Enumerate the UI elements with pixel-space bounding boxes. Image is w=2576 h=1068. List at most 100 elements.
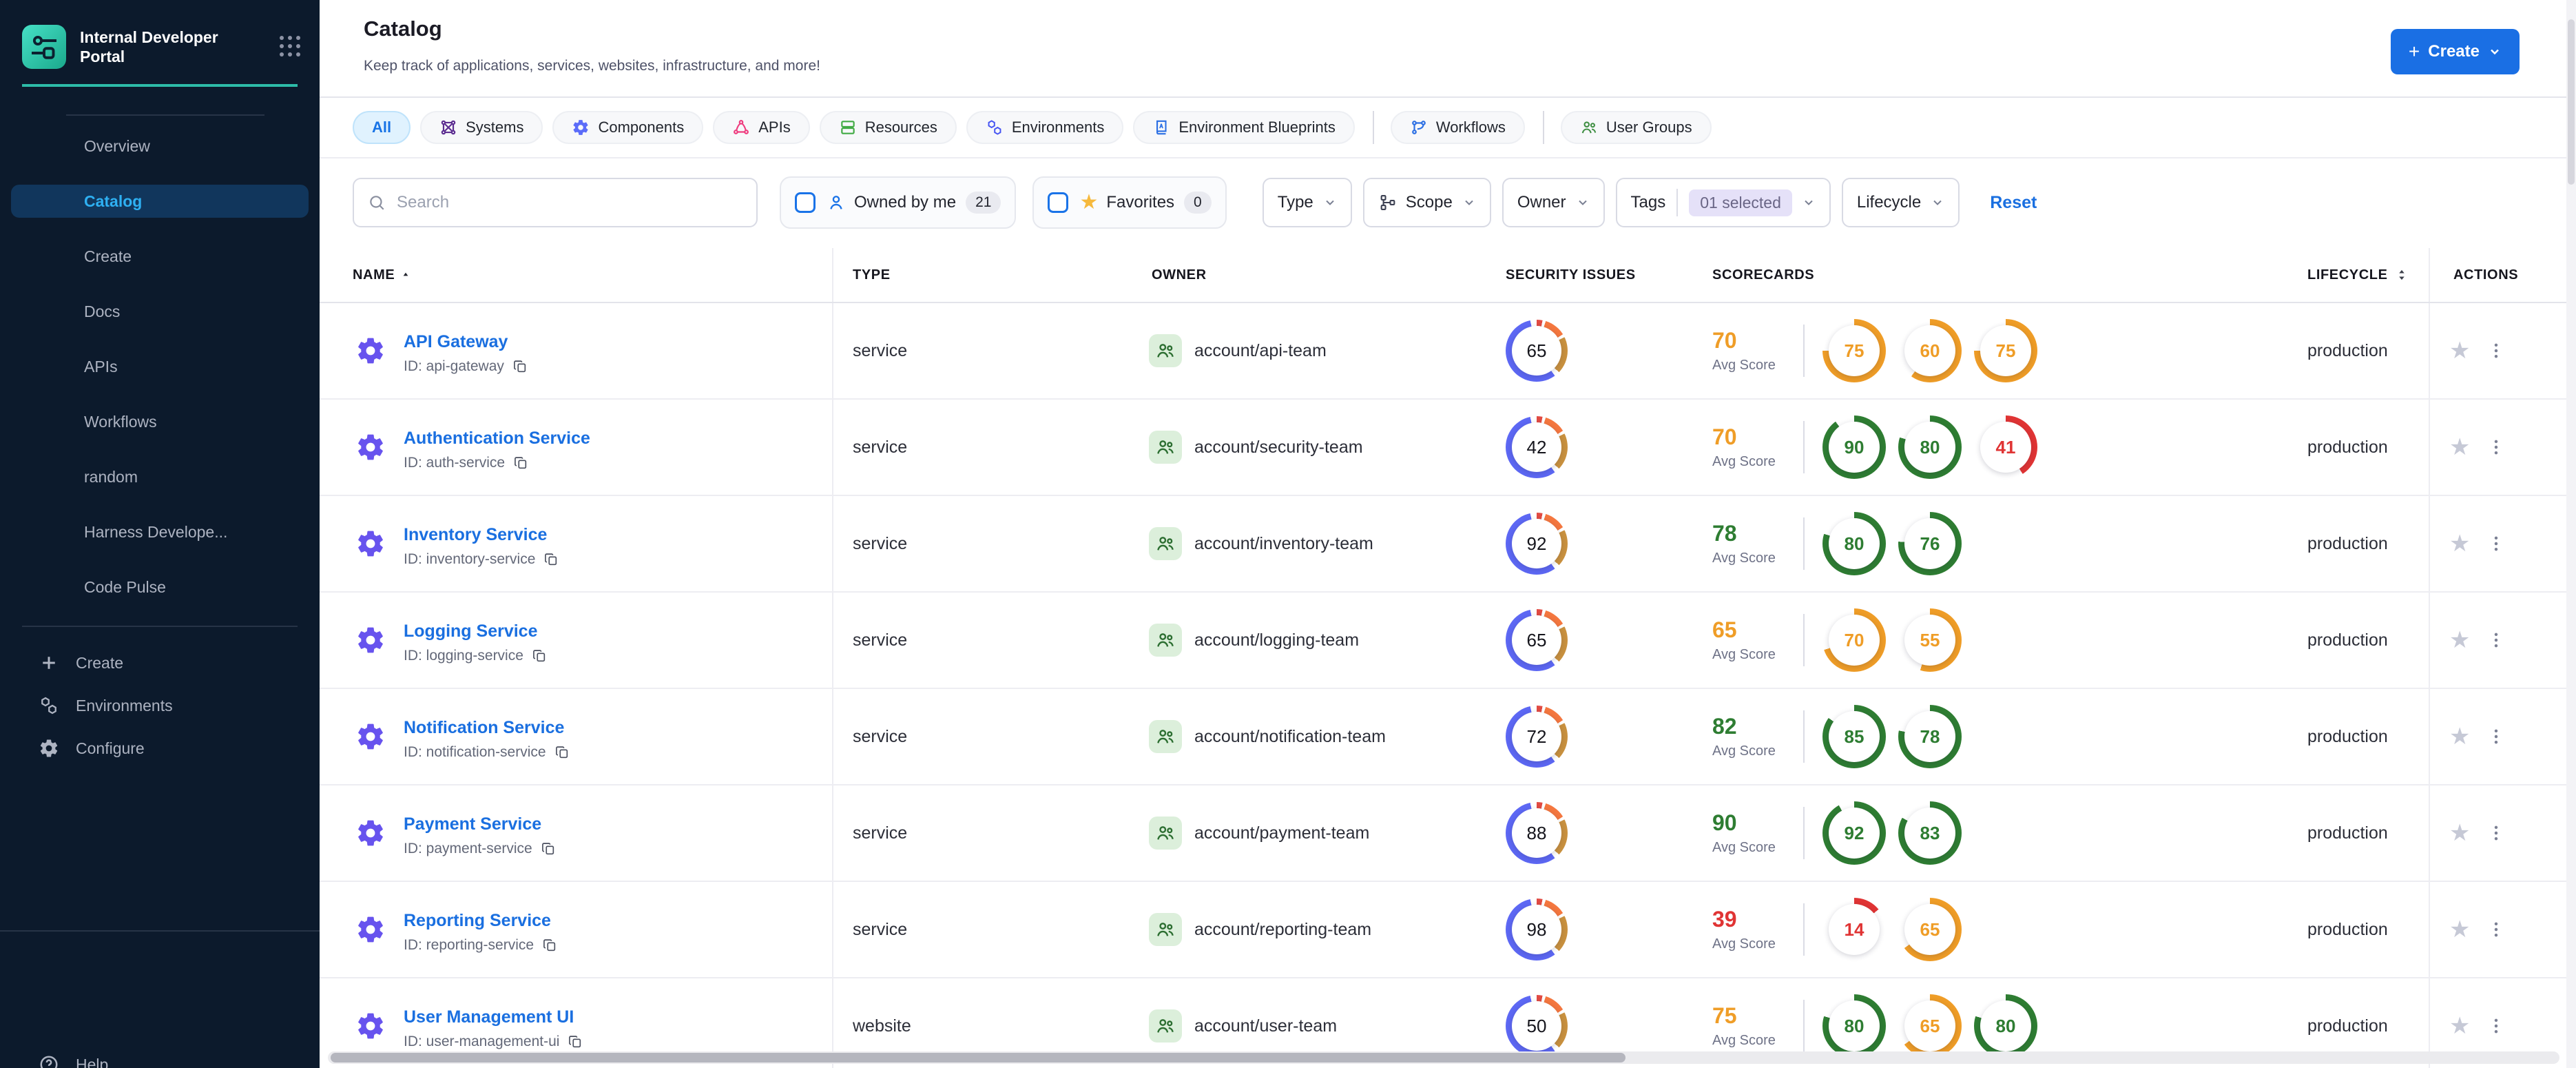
favorite-star-icon[interactable]: ★ <box>2449 725 2470 748</box>
kebab-menu-icon[interactable] <box>2486 918 2506 941</box>
scorecard-ring[interactable]: 75 <box>1822 319 1886 382</box>
entity-name-link[interactable]: API Gateway <box>404 332 508 351</box>
kebab-menu-icon[interactable] <box>2486 629 2506 651</box>
column-header-lifecycle[interactable]: Lifecycle <box>2287 248 2429 302</box>
tab-apis[interactable]: APIs <box>713 111 810 144</box>
main-content: Catalog Keep track of applications, serv… <box>320 0 2576 1068</box>
sidebar-item-create[interactable]: Create <box>11 240 309 273</box>
entity-name-link[interactable]: Payment Service <box>404 814 541 834</box>
vertical-scrollbar[interactable] <box>2566 0 2576 1068</box>
entity-name-link[interactable]: Notification Service <box>404 718 564 737</box>
favorite-star-icon[interactable]: ★ <box>2449 628 2470 652</box>
scorecard-ring[interactable]: 65 <box>1898 994 1962 1058</box>
scorecard-ring[interactable]: 65 <box>1898 898 1962 961</box>
scorecard-ring[interactable]: 80 <box>1898 415 1962 479</box>
kebab-menu-icon[interactable] <box>2486 726 2506 748</box>
owner-group-icon <box>1149 624 1182 657</box>
kebab-menu-icon[interactable] <box>2486 1015 2506 1037</box>
tab-workflows[interactable]: Workflows <box>1390 111 1525 144</box>
entity-name-link[interactable]: Authentication Service <box>404 429 590 448</box>
tab-user-groups[interactable]: User Groups <box>1560 111 1712 144</box>
horizontal-scrollbar[interactable] <box>328 1051 2559 1064</box>
scorecard-ring[interactable]: 92 <box>1822 801 1886 865</box>
scorecard-ring[interactable]: 83 <box>1898 801 1962 865</box>
plus-icon: + <box>2408 41 2420 62</box>
scorecard-ring[interactable]: 41 <box>1974 415 2037 479</box>
tab-resources[interactable]: Resources <box>819 111 957 144</box>
sidebar-item-help[interactable]: Help <box>39 1054 108 1068</box>
tab-environments[interactable]: Environments <box>966 111 1124 144</box>
scorecard-ring[interactable]: 14 <box>1822 898 1886 961</box>
owned-by-me-filter[interactable]: Owned by me 21 <box>780 176 1017 229</box>
entity-name-link[interactable]: Inventory Service <box>404 525 547 544</box>
divider <box>1803 807 1805 859</box>
apis-icon <box>732 119 750 136</box>
favorite-star-icon[interactable]: ★ <box>2449 1014 2470 1038</box>
lifecycle-dropdown[interactable]: Lifecycle <box>1841 178 1960 227</box>
favorite-star-icon[interactable]: ★ <box>2449 821 2470 845</box>
favorite-star-icon[interactable]: ★ <box>2449 435 2470 459</box>
column-header-name[interactable]: Name <box>320 248 833 302</box>
sidebar-item-harness-develope-[interactable]: Harness Develope... <box>11 515 309 548</box>
search-input[interactable] <box>397 193 742 212</box>
sidebar-item-apis[interactable]: APIs <box>11 350 309 383</box>
scorecard-ring[interactable]: 60 <box>1898 319 1962 382</box>
sidebar-item-code-pulse[interactable]: Code Pulse <box>11 571 309 604</box>
scorecard-value: 65 <box>1920 1015 1940 1036</box>
tab-systems[interactable]: Systems <box>420 111 543 144</box>
owned-by-me-checkbox[interactable] <box>795 192 816 213</box>
scorecard-ring[interactable]: 55 <box>1898 608 1962 672</box>
favorite-star-icon[interactable]: ★ <box>2449 532 2470 555</box>
type-dropdown[interactable]: Type <box>1262 178 1352 227</box>
kebab-menu-icon[interactable] <box>2486 822 2506 844</box>
copy-icon[interactable] <box>541 841 556 856</box>
app-grid-icon[interactable] <box>280 36 300 57</box>
scope-dropdown[interactable]: Scope <box>1362 178 1491 227</box>
sidebar-item-random[interactable]: random <box>11 460 309 493</box>
scorecard-ring[interactable]: 90 <box>1822 415 1886 479</box>
copy-icon[interactable] <box>512 359 528 374</box>
scorecard-ring[interactable]: 76 <box>1898 512 1962 575</box>
sidebar-item-create[interactable]: Create <box>11 646 309 679</box>
owner-dropdown[interactable]: Owner <box>1502 178 1605 227</box>
scorecard-ring[interactable]: 78 <box>1898 705 1962 768</box>
sidebar-item-catalog[interactable]: Catalog <box>11 185 309 218</box>
kebab-menu-icon[interactable] <box>2486 533 2506 555</box>
lifecycle-value: production <box>2307 726 2388 746</box>
copy-icon[interactable] <box>532 648 547 664</box>
reset-filters-link[interactable]: Reset <box>1990 193 2037 213</box>
favorites-filter[interactable]: ★ Favorites 0 <box>1032 176 1227 229</box>
sidebar-item-workflows[interactable]: Workflows <box>11 405 309 438</box>
create-button[interactable]: + Create <box>2390 29 2520 74</box>
entity-id: ID: reporting-service <box>404 936 534 953</box>
copy-icon[interactable] <box>568 1034 583 1049</box>
scorecard-ring[interactable]: 80 <box>1822 512 1886 575</box>
tags-dropdown[interactable]: Tags 01 selected <box>1615 178 1831 227</box>
sidebar-item-environments[interactable]: Environments <box>11 689 309 722</box>
scorecard-ring[interactable]: 85 <box>1822 705 1886 768</box>
favorite-star-icon[interactable]: ★ <box>2449 339 2470 362</box>
entity-name-link[interactable]: Logging Service <box>404 622 537 641</box>
copy-icon[interactable] <box>554 745 570 760</box>
copy-icon[interactable] <box>542 938 557 953</box>
scorecard-ring[interactable]: 70 <box>1822 608 1886 672</box>
tab-components[interactable]: Components <box>552 111 704 144</box>
kebab-menu-icon[interactable] <box>2486 340 2506 362</box>
entity-name-link[interactable]: Reporting Service <box>404 911 551 930</box>
entity-name-link[interactable]: User Management UI <box>404 1007 574 1027</box>
security-issues-ring: 72 <box>1506 706 1568 768</box>
copy-icon[interactable] <box>543 552 559 567</box>
tab-all[interactable]: All <box>353 111 411 144</box>
sidebar-item-docs[interactable]: Docs <box>11 295 309 328</box>
sidebar-item-configure[interactable]: Configure <box>11 732 309 765</box>
kebab-menu-icon[interactable] <box>2486 436 2506 458</box>
copy-icon[interactable] <box>513 455 528 471</box>
horizontal-scrollbar-thumb[interactable] <box>331 1053 1625 1062</box>
tab-environment-blueprints[interactable]: Environment Blueprints <box>1133 111 1355 144</box>
scorecard-ring[interactable]: 75 <box>1974 319 2037 382</box>
sidebar-item-overview[interactable]: Overview <box>11 130 309 163</box>
scorecard-ring[interactable]: 80 <box>1822 994 1886 1058</box>
favorites-checkbox[interactable] <box>1048 192 1069 213</box>
favorite-star-icon[interactable]: ★ <box>2449 918 2470 941</box>
scorecard-ring[interactable]: 80 <box>1974 994 2037 1058</box>
